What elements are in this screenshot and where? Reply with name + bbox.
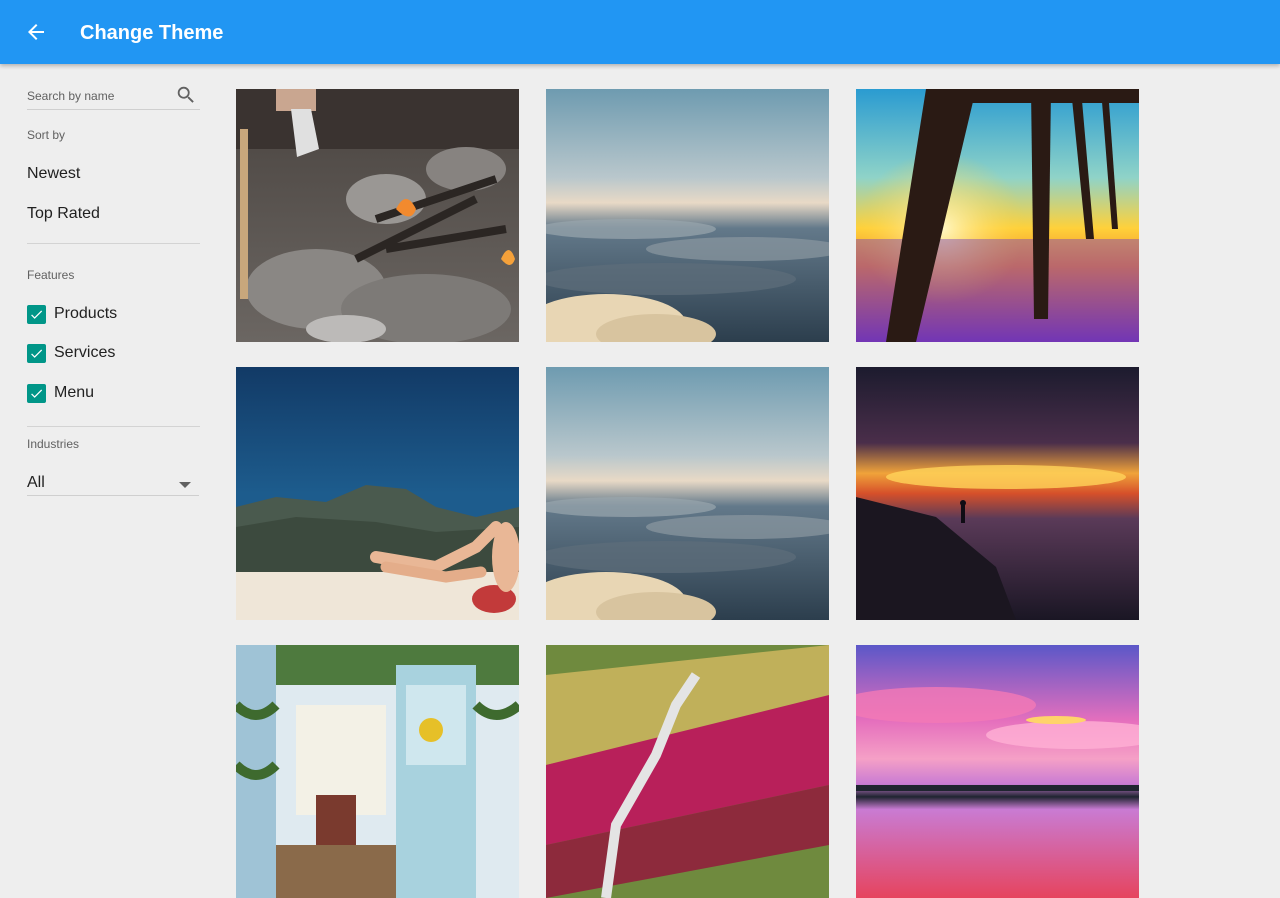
divider [27, 426, 200, 427]
sort-option-top-rated[interactable]: Top Rated [27, 205, 100, 223]
feature-services-checkbox[interactable]: Services [27, 342, 115, 364]
search-input[interactable] [27, 86, 167, 106]
sort-by-label: Sort by [27, 128, 66, 142]
feature-label: Services [54, 344, 116, 361]
back-button[interactable] [18, 14, 54, 50]
theme-thumbnail-clouds[interactable] [546, 89, 829, 342]
theme-thumbnail-greenhouse[interactable] [236, 645, 519, 898]
arrow-drop-down-icon [179, 482, 191, 488]
industries-selected-value: All [27, 474, 45, 491]
checkbox-checked-icon [27, 383, 46, 403]
sort-option-newest[interactable]: Newest [27, 165, 80, 183]
features-label: Features [27, 268, 75, 282]
feature-products-checkbox[interactable]: Products [27, 303, 117, 325]
theme-thumbnail-campfire[interactable] [236, 89, 519, 342]
divider [27, 243, 200, 244]
page-title: Change Theme [80, 22, 224, 44]
industries-label: Industries [27, 437, 80, 451]
search-icon[interactable] [175, 84, 197, 106]
theme-thumbnail-beach-legs[interactable] [236, 367, 519, 620]
feature-label: Products [54, 305, 118, 322]
theme-thumbnail-clouds[interactable] [546, 367, 829, 620]
search-field [27, 84, 200, 110]
theme-thumbnail-flower-hill[interactable] [546, 645, 829, 898]
feature-label: Menu [54, 384, 95, 401]
theme-thumbnail-pier-sunset[interactable] [856, 89, 1139, 342]
industries-select[interactable]: All [27, 468, 199, 496]
checkbox-checked-icon [27, 304, 46, 324]
app-bar: Change Theme [0, 0, 1280, 64]
arrow-back-icon [28, 24, 44, 40]
theme-thumbnail-beach-sunset[interactable] [856, 367, 1139, 620]
feature-menu-checkbox[interactable]: Menu [27, 382, 94, 404]
theme-thumbnail-pink-sunset[interactable] [856, 645, 1139, 898]
checkbox-checked-icon [27, 343, 46, 363]
